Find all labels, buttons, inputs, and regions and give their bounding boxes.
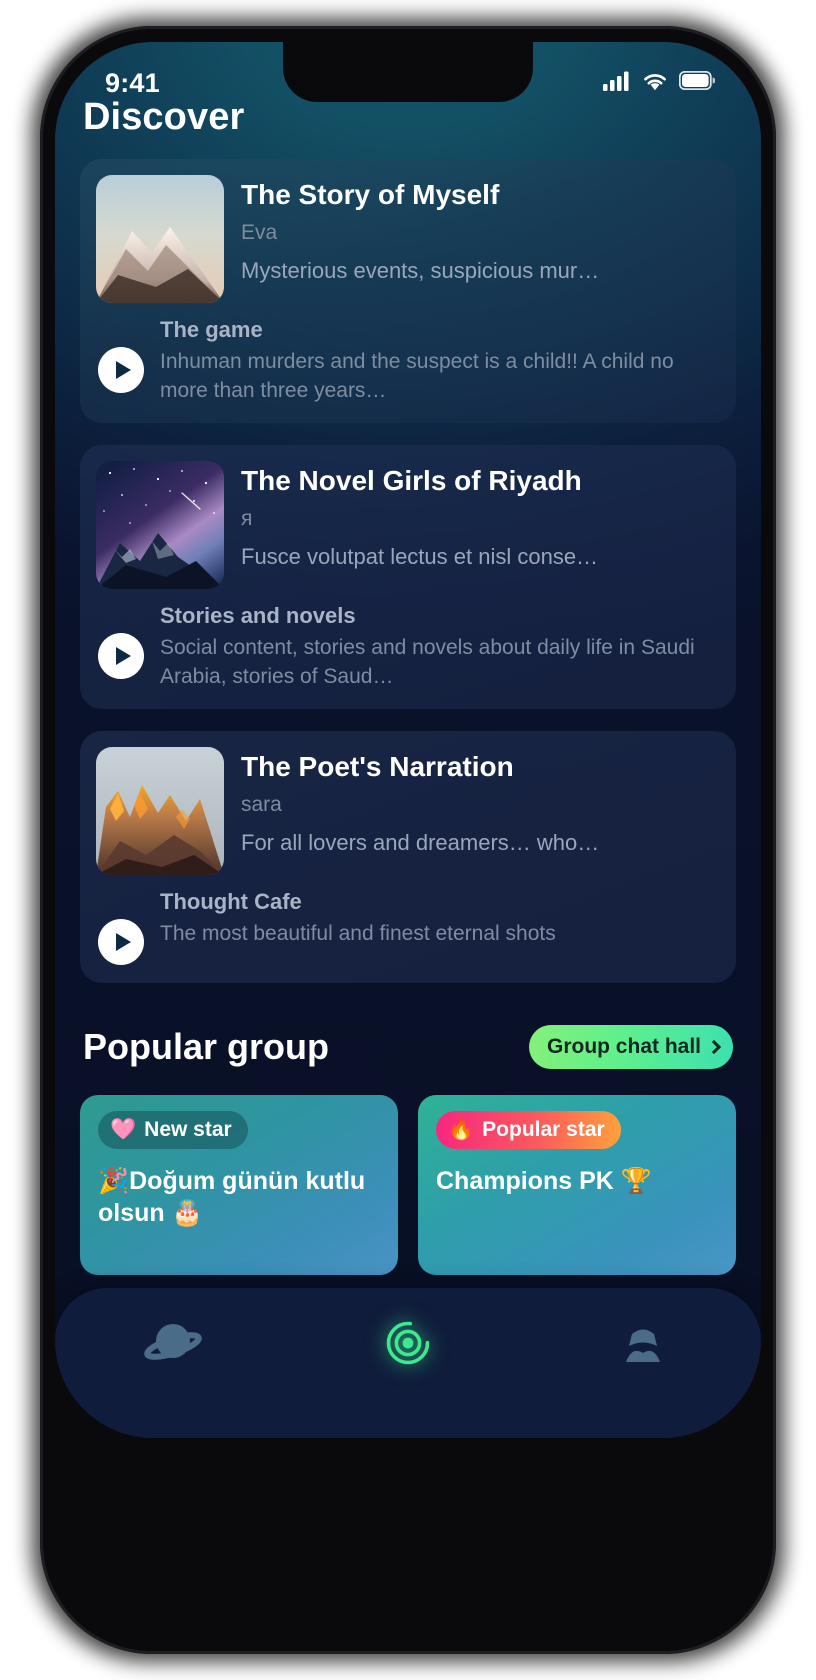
status-badge: 🩷 New star [98,1111,248,1150]
discover-card-episode-text: The game Inhuman murders and the suspect… [160,317,720,405]
discover-card-description: For all lovers and dreamers… who… [241,830,600,856]
discover-card-episode-title: The game [160,317,263,342]
discover-card-episode-title: Stories and novels [160,603,356,629]
play-icon[interactable] [98,633,144,680]
discover-card[interactable]: The Story of Myself Eva Mysterious event… [80,159,736,424]
play-icon[interactable] [98,347,144,393]
discover-card-episode-text: Stories and novels Social content, stori… [160,603,720,691]
discover-card-author: я [241,507,253,531]
discover-card-author: Eva [241,221,278,245]
battery-icon [678,70,716,95]
popular-group-header: Popular group Group chat hall [55,983,761,1070]
discover-card-episode-title: Thought Cafe [160,889,302,915]
tab-profile[interactable] [583,1314,703,1377]
discover-card-list: The Story of Myself Eva Mysterious event… [55,139,761,984]
discover-card-episode-text: Thought Cafe The most beautiful and fine… [160,889,720,949]
discover-card-meta: The Poet's Narration sara For all lovers… [241,747,720,875]
discover-card-episode-description: The most beautiful and finest eternal sh… [160,922,556,946]
group-chat-hall-button[interactable]: Group chat hall [528,1025,733,1070]
status-badge: 🔥 Popular star [436,1111,621,1150]
tab-live[interactable] [348,1314,468,1377]
phone-screen: 9:41 Discover The Story of Myself Eva My… [55,42,761,1438]
discover-card-thumbnail [96,461,224,590]
discover-card-title: The Poet's Narration [241,751,514,783]
discover-card-author: sara [241,793,282,817]
popular-group-card-text: 🎉Doğum günün kutlu olsun 🎂 [98,1167,366,1228]
discover-card-episode[interactable]: Stories and novels Social content, stori… [96,603,720,691]
discover-card-meta: The Novel Girls of Riyadh я Fusce volutp… [241,461,720,589]
popular-group-card[interactable]: 🩷 New star 🎉Doğum günün kutlu olsun 🎂 [80,1095,398,1276]
discover-card-thumbnail [96,175,224,303]
person-bust-icon [614,1314,672,1377]
status-bar: 9:41 [55,42,761,108]
heart-icon: 🩷 [110,1118,137,1142]
bottom-tab-bar [55,1288,761,1438]
discover-card-header: The Poet's Narration sara For all lovers… [96,747,720,876]
wifi-icon [642,71,668,96]
discover-card-header: The Novel Girls of Riyadh я Fusce volutp… [96,461,720,590]
discover-card-thumbnail [96,747,224,876]
discover-card-title: The Novel Girls of Riyadh [241,465,582,497]
cellular-signal-icon [603,71,631,96]
chevron-right-icon [706,1040,722,1055]
screen-content: Discover The Story of Myself Eva Mysteri… [55,42,761,1438]
discover-card-episode[interactable]: The game Inhuman murders and the suspect… [96,317,720,405]
status-badge-label: New star [144,1118,232,1142]
discover-card[interactable]: The Novel Girls of Riyadh я Fusce volutp… [80,445,736,710]
popular-group-title: Popular group [83,1026,329,1068]
screenshot-stage: 9:41 Discover The Story of Myself Eva My… [0,0,816,1680]
status-bar-time: 9:41 [105,67,160,98]
play-icon[interactable] [98,919,144,966]
popular-group-card-text: Champions PK 🏆 [436,1167,652,1196]
broadcast-radar-icon [379,1314,437,1377]
discover-card-title: The Story of Myself [241,179,500,210]
discover-card-meta: The Story of Myself Eva Mysterious event… [241,175,720,303]
status-badge-label: Popular star [482,1118,605,1142]
discover-card-description: Fusce volutpat lectus et nisl conse… [241,544,599,570]
status-bar-icons [603,70,716,96]
tab-discover[interactable] [113,1314,233,1377]
discover-card-episode-description: Inhuman murders and the suspect is a chi… [160,350,674,402]
planet-icon [143,1314,202,1377]
fire-icon: 🔥 [448,1118,475,1142]
group-chat-hall-label: Group chat hall [546,1035,701,1059]
discover-card-header: The Story of Myself Eva Mysterious event… [96,175,720,303]
popular-group-card-list: 🩷 New star 🎉Doğum günün kutlu olsun 🎂 🔥 … [55,1069,761,1276]
discover-card-episode-description: Social content, stories and novels about… [160,636,695,688]
discover-card-description: Mysterious events, suspicious mur… [241,258,600,284]
discover-card[interactable]: The Poet's Narration sara For all lovers… [80,731,736,984]
popular-group-card[interactable]: 🔥 Popular star Champions PK 🏆 [418,1095,736,1276]
discover-card-episode[interactable]: Thought Cafe The most beautiful and fine… [96,889,720,966]
